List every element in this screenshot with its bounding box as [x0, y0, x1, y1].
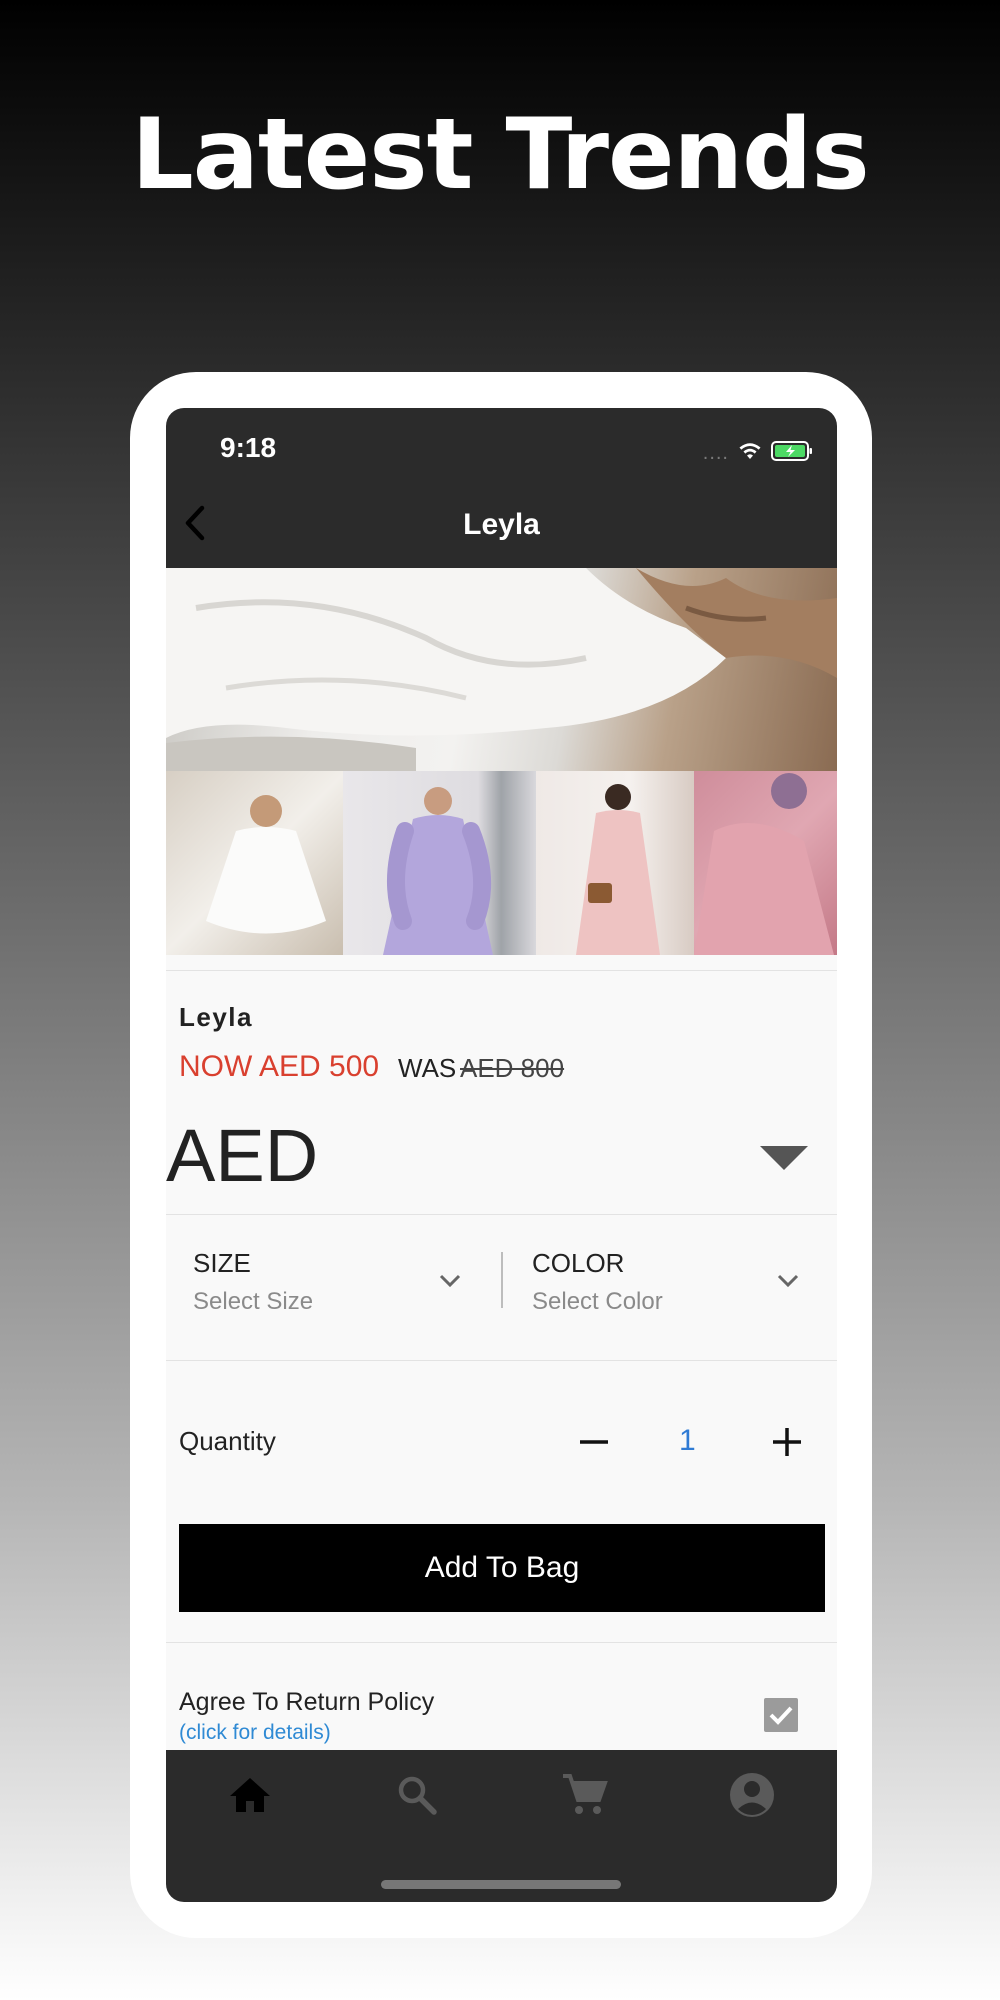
wifi-icon [739, 442, 761, 459]
thumbnail-lilac-dress[interactable] [343, 771, 536, 955]
currency-selector[interactable]: AED [166, 1113, 318, 1198]
selector-separator [501, 1252, 503, 1308]
product-name: Leyla [179, 1002, 253, 1032]
tab-cart[interactable] [559, 1770, 609, 1820]
size-label: SIZE [193, 1248, 251, 1278]
nav-title: Leyla [463, 508, 540, 541]
divider [166, 970, 837, 971]
return-policy-details-link[interactable]: (click for details) [179, 1721, 331, 1745]
dropdown-arrow-icon[interactable] [760, 1146, 808, 1170]
home-indicator [381, 1880, 621, 1889]
hero-fabric-illustration [166, 568, 837, 771]
search-icon [398, 1776, 437, 1815]
signal-dots-icon: .... [702, 442, 729, 464]
status-time: 9:18 [220, 432, 277, 463]
thumbnail-rose-dress[interactable] [694, 771, 837, 955]
thumbnail-strip [166, 771, 837, 955]
figure-illustration [576, 784, 660, 955]
checkmark-icon [769, 1706, 793, 1725]
price-was: AED 800 [460, 1053, 565, 1083]
divider [166, 1642, 837, 1643]
tab-search[interactable] [392, 1770, 442, 1820]
home-icon [230, 1778, 270, 1812]
color-placeholder: Select Color [532, 1288, 663, 1315]
phone-screen: 9:18 .... Leyla Leyla NOW AED 500 WAS AE… [166, 408, 837, 1902]
battery-charging-icon [771, 440, 812, 461]
top-bar: 9:18 .... Leyla [166, 408, 837, 568]
return-policy-checkbox[interactable] [764, 1698, 798, 1732]
quantity-increase-button[interactable] [767, 1422, 807, 1462]
figure-illustration [206, 795, 326, 934]
page-headline: Latest Trends [131, 98, 869, 212]
quantity-value: 1 [679, 1424, 696, 1457]
color-label: COLOR [532, 1248, 625, 1278]
quantity-label: Quantity [179, 1426, 276, 1456]
tab-home[interactable] [225, 1770, 275, 1820]
return-policy-label: Agree To Return Policy [179, 1688, 435, 1716]
quantity-decrease-button[interactable] [574, 1422, 614, 1462]
product-hero-image[interactable] [166, 568, 837, 771]
divider [166, 1360, 837, 1361]
figure-illustration [694, 773, 834, 955]
cart-icon [563, 1774, 608, 1814]
figure-illustration [383, 787, 493, 955]
add-to-bag-button[interactable]: Add To Bag [179, 1524, 825, 1612]
chevron-down-icon [777, 1274, 799, 1288]
status-icons: .... [703, 436, 813, 465]
account-icon [730, 1773, 774, 1817]
chevron-down-icon [439, 1274, 461, 1288]
price-now: NOW AED 500 [179, 1050, 380, 1083]
size-placeholder: Select Size [193, 1288, 314, 1315]
thumbnail-pink-dress[interactable] [536, 771, 694, 955]
price-was-label: WAS [398, 1053, 457, 1083]
thumbnail-white-dress[interactable] [166, 771, 343, 955]
tab-account[interactable] [727, 1770, 777, 1820]
divider [166, 1214, 837, 1215]
